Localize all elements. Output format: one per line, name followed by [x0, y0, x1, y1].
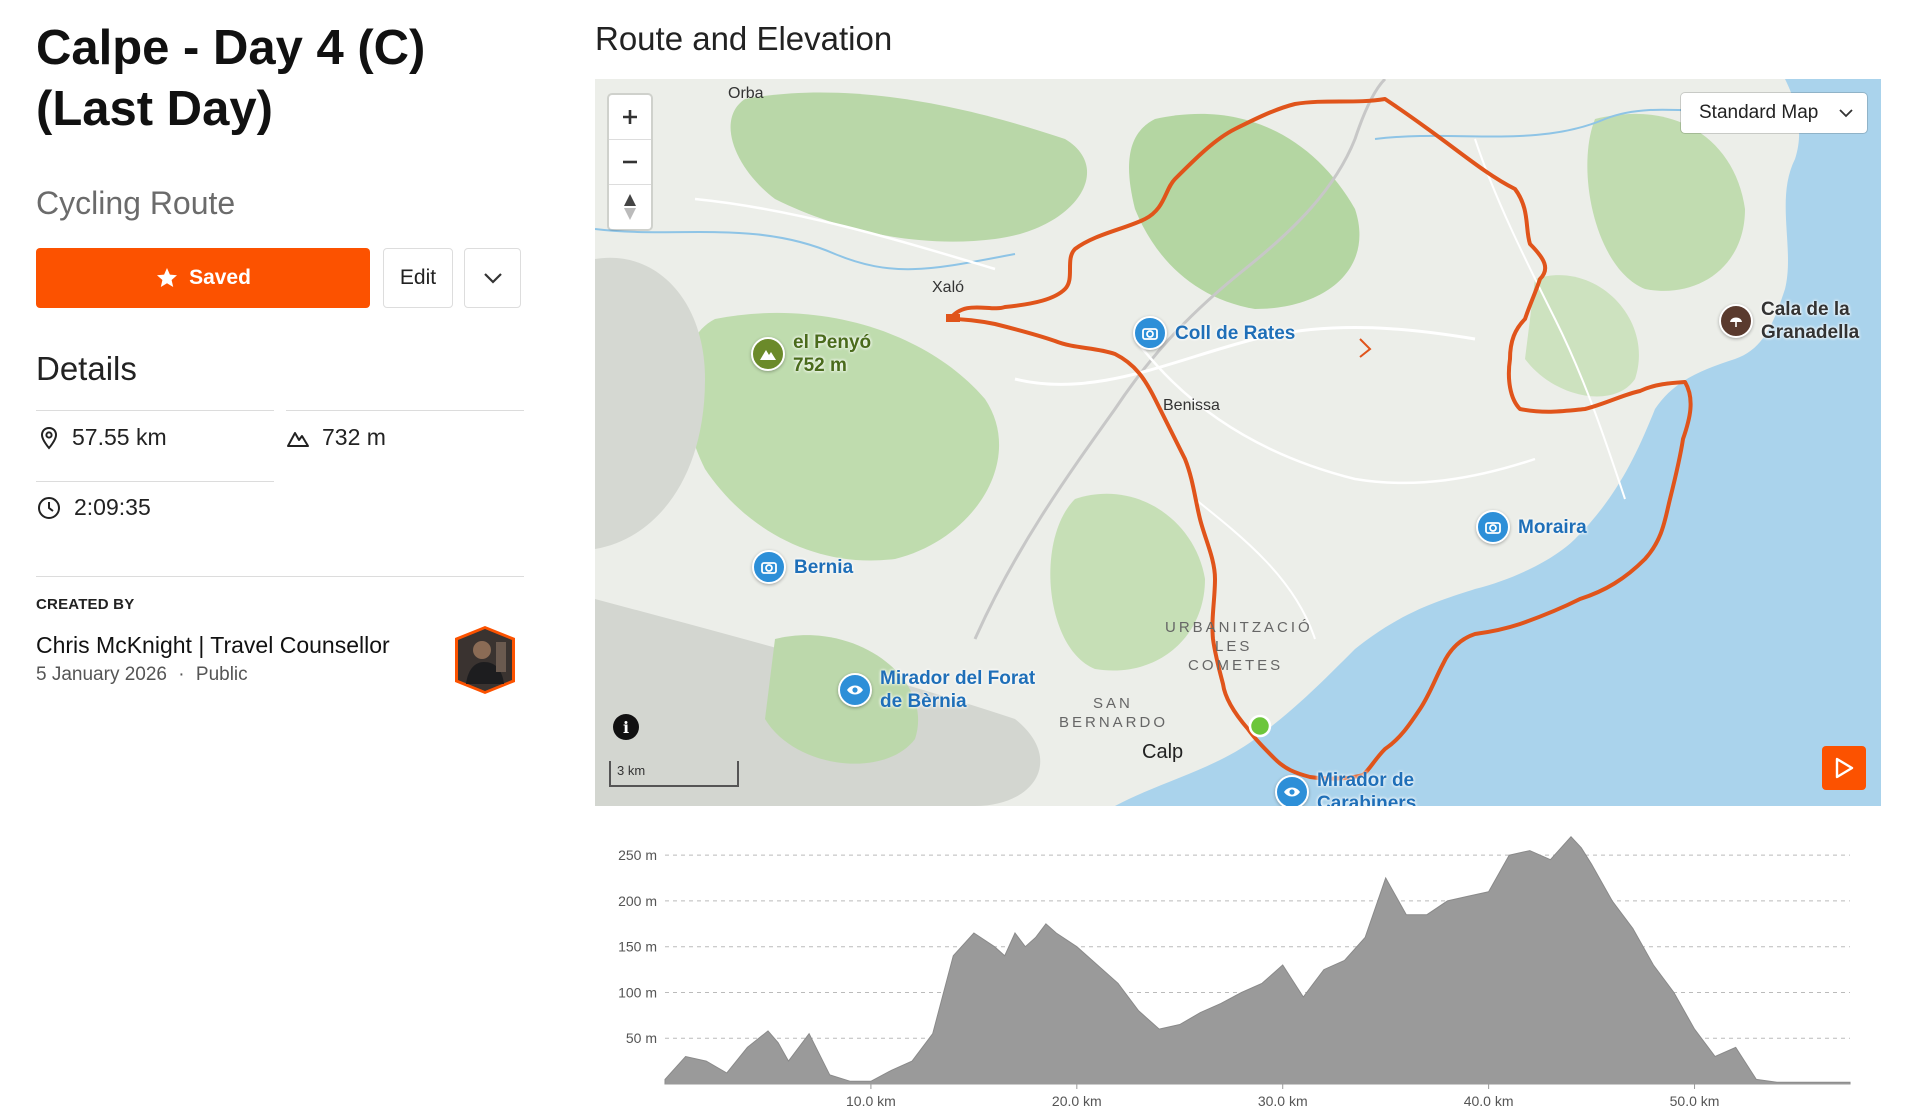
location-pin-icon — [40, 426, 58, 450]
map-section-title: Route and Elevation — [595, 20, 893, 57]
mountain-icon — [287, 431, 309, 447]
place-label: Calp — [1142, 741, 1184, 763]
poi-moraira[interactable]: Moraira — [1476, 510, 1587, 544]
y-tick-label: 50 m — [626, 1030, 657, 1046]
camera-icon — [1133, 316, 1167, 350]
divider — [286, 410, 524, 411]
visibility: Public — [195, 664, 248, 685]
chevron-down-icon — [483, 273, 502, 284]
camera-icon — [1476, 510, 1510, 544]
place-label: Benissa — [1163, 397, 1220, 414]
compass-button[interactable] — [609, 185, 651, 229]
place-label: LES — [1215, 638, 1253, 655]
map-canvas — [595, 79, 1881, 806]
saved-label: Saved — [189, 266, 251, 289]
poi-coll-de-rates[interactable]: Coll de Rates — [1133, 316, 1295, 350]
details-heading: Details — [36, 350, 137, 387]
place-label: COMETES — [1188, 657, 1284, 674]
route-type: Cycling Route — [36, 185, 236, 221]
poi-mirador-de-carabiners[interactable]: Mirador de Carabiners — [1275, 769, 1416, 806]
poi-label: Cala de la — [1761, 299, 1850, 320]
clock-icon — [38, 496, 60, 519]
poi-label: Bernia — [794, 556, 854, 578]
x-tick-label: 50.0 km — [1670, 1093, 1720, 1109]
y-tick-label: 200 m — [618, 893, 657, 909]
play-icon — [1835, 757, 1854, 779]
created-by-heading: CREATED BY — [36, 596, 135, 613]
compass-icon — [624, 194, 636, 220]
poi-label: Granadella — [1761, 322, 1860, 343]
time-value: 2:09:35 — [74, 494, 151, 520]
route-map[interactable]: Orba Xaló Benissa URBANITZACIÓ LES COMET… — [595, 79, 1881, 806]
place-label: Orba — [728, 85, 764, 102]
flyover-play-button[interactable] — [1822, 746, 1866, 790]
route-meta: 5 January 2026 · Public — [36, 664, 248, 686]
eye-icon — [838, 673, 872, 707]
x-tick-label: 20.0 km — [1052, 1093, 1102, 1109]
elevation-stat: 732 m — [286, 424, 386, 451]
zoom-in-button[interactable] — [609, 95, 651, 140]
place-label: URBANITZACIÓ — [1165, 619, 1313, 636]
poi-cala-de-la-granadella[interactable]: Cala de la Granadella — [1719, 298, 1859, 344]
elevation-chart[interactable]: 50 m 100 m 150 m 200 m 250 m 10.0 km 20.0 km 30… — [595, 818, 1885, 1120]
poi-label: el Penyó — [793, 332, 872, 353]
place-label: Xaló — [932, 279, 965, 296]
poi-el-penyo[interactable]: el Penyó 752 m — [751, 331, 871, 377]
place-label: SAN — [1093, 695, 1133, 712]
poi-label: de Bèrnia — [880, 691, 967, 712]
poi-label: Mirador de — [1317, 770, 1415, 791]
x-tick-label: 40.0 km — [1464, 1093, 1514, 1109]
map-style-select[interactable]: Standard Map — [1681, 93, 1867, 133]
plus-icon — [623, 110, 637, 124]
poi-label: Moraira — [1518, 516, 1587, 538]
chevron-down-icon — [1839, 108, 1853, 117]
divider — [36, 576, 524, 577]
x-tick-label: 30.0 km — [1258, 1093, 1308, 1109]
creator-name[interactable]: Chris McKnight | Travel Counsellor — [36, 632, 390, 659]
y-tick-label: 100 m — [618, 984, 657, 1000]
beach-icon — [1719, 304, 1753, 338]
distance-value: 57.55 km — [72, 424, 167, 450]
poi-label: Coll de Rates — [1175, 322, 1296, 344]
mountain-icon — [751, 337, 785, 371]
avatar[interactable] — [452, 624, 518, 696]
map-zoom-controls — [609, 95, 651, 229]
distance-stat: 57.55 km — [38, 424, 167, 451]
poi-mirador-del-forat[interactable]: Mirador del Forat de Bèrnia — [838, 667, 1035, 713]
map-info-button[interactable]: i — [613, 714, 639, 740]
place-label: BERNARDO — [1059, 714, 1169, 731]
map-style-label: Standard Map — [1699, 102, 1819, 123]
map-scale-bar: 3 km — [609, 761, 739, 787]
star-icon — [155, 266, 179, 290]
poi-label: Mirador del Forat — [880, 668, 1036, 689]
route-title: Calpe - Day 4 (C) (Last Day) — [36, 21, 426, 136]
y-tick-label: 150 m — [618, 939, 657, 955]
saved-button[interactable]: Saved — [36, 248, 370, 308]
meta-separator: · — [178, 664, 185, 685]
poi-label: Carabiners — [1317, 793, 1417, 806]
poi-bernia[interactable]: Bernia — [752, 550, 853, 584]
eye-icon — [1275, 775, 1309, 806]
elevation-area — [664, 836, 1851, 1085]
edit-button[interactable]: Edit — [383, 248, 453, 308]
minus-icon — [623, 160, 637, 164]
poi-label: 752 m — [793, 355, 847, 376]
time-stat: 2:09:35 — [36, 494, 151, 521]
y-tick-label: 250 m — [618, 847, 657, 863]
divider — [36, 481, 274, 482]
more-options-button[interactable] — [464, 248, 521, 308]
zoom-out-button[interactable] — [609, 140, 651, 185]
created-date: 5 January 2026 — [36, 664, 167, 685]
divider — [36, 410, 274, 411]
camera-icon — [752, 550, 786, 584]
x-tick-label: 10.0 km — [846, 1093, 896, 1109]
elevation-value: 732 m — [322, 424, 386, 450]
